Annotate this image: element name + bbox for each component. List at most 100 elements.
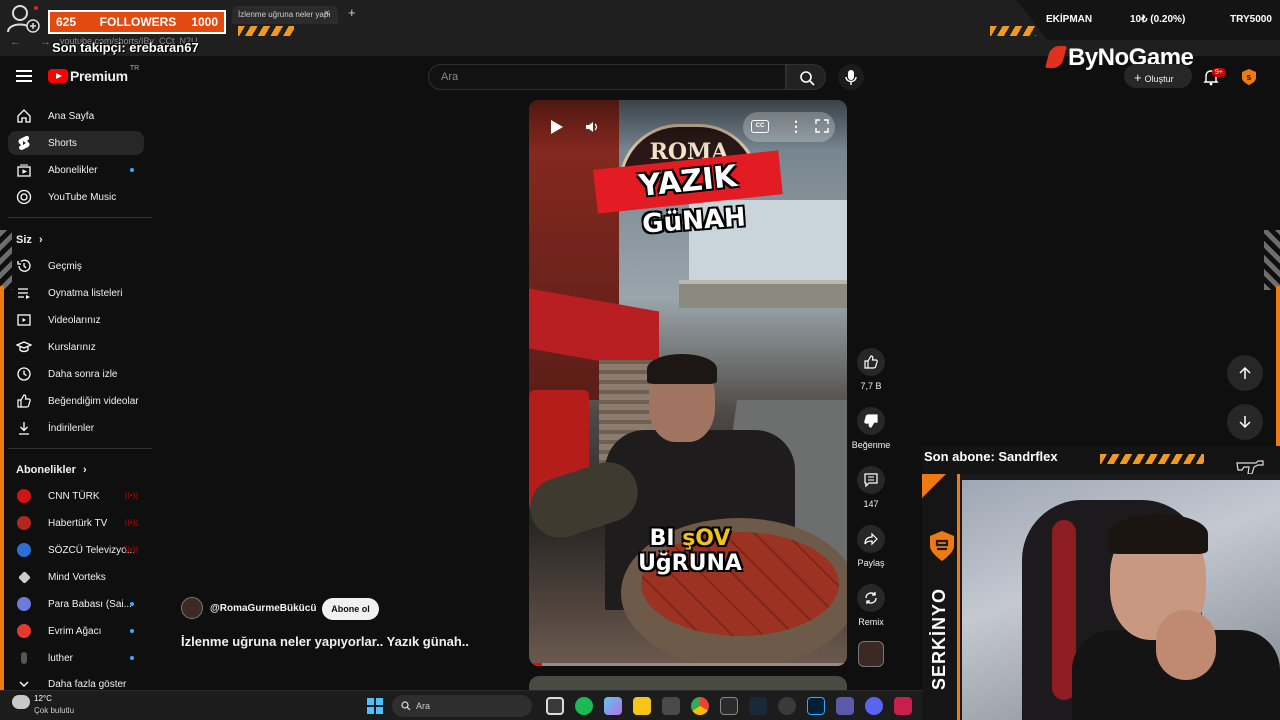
spotify-icon[interactable] xyxy=(575,697,593,715)
caption-highlight: şOV xyxy=(682,526,731,551)
last-follower-text: Son takipçi: erebaran67 xyxy=(52,40,199,55)
new-content-dot xyxy=(130,629,134,633)
new-tab-button[interactable]: + xyxy=(348,5,356,20)
overlay-border xyxy=(0,286,4,690)
comments-button[interactable]: 147 xyxy=(851,466,891,509)
like-button[interactable]: 7,7 B xyxy=(851,348,891,391)
windows-start-icon[interactable] xyxy=(367,698,383,714)
subscriptions-icon xyxy=(17,164,31,177)
app-icon[interactable] xyxy=(720,697,738,715)
short-title: İzlenme uğruna neler yapıyorlar.. Yazık … xyxy=(181,634,470,649)
sidebar-section-you[interactable]: Siz › xyxy=(16,234,43,246)
volume-icon[interactable] xyxy=(585,120,599,134)
live-icon: ((•)) xyxy=(124,491,138,500)
short-video-player[interactable]: ROMA YAZIK GüNAH BI şOV UğRUNA CC ⋮ xyxy=(529,100,847,666)
search-input[interactable]: Ara xyxy=(428,64,786,90)
svg-text:S: S xyxy=(1246,74,1251,82)
captions-icon[interactable]: CC xyxy=(751,120,769,133)
sidebar-item-youtube-music[interactable]: YouTube Music xyxy=(8,185,144,209)
windows-taskbar: 12°C Çok bulutlu Ara xyxy=(0,690,922,720)
like-count: 7,7 B xyxy=(860,381,882,391)
fullscreen-icon[interactable] xyxy=(815,119,829,133)
channel-avatar[interactable] xyxy=(181,597,203,619)
weather-temperature[interactable]: 12°C xyxy=(34,694,52,703)
chrome-icon[interactable] xyxy=(691,697,709,715)
store-icon[interactable] xyxy=(662,697,680,715)
browser-tab[interactable]: İzlenme uğruna neler yapı xyxy=(232,6,338,24)
sidebar-item-label: İndirilenler xyxy=(48,422,95,434)
search-button[interactable] xyxy=(786,64,826,90)
remix-button[interactable]: Remix xyxy=(851,584,891,627)
sidebar-item-shorts[interactable]: Shorts xyxy=(8,131,144,155)
play-icon[interactable] xyxy=(551,120,563,134)
subscription-sozcu-tv[interactable]: SÖZCÜ Televizyo... ((•)) xyxy=(8,538,144,562)
photoshop-icon[interactable] xyxy=(807,697,825,715)
overlay-stripes xyxy=(0,230,12,290)
menu-icon[interactable] xyxy=(16,70,32,82)
weather-description[interactable]: Çok bulutlu xyxy=(34,706,74,715)
sidebar-item-playlists[interactable]: Oynatma listeleri xyxy=(8,281,144,305)
share-button[interactable]: Paylaş xyxy=(851,525,891,568)
sidebar-item-watch-later[interactable]: Daha sonra izle xyxy=(8,362,144,386)
dislike-button[interactable]: Beğenme xyxy=(851,407,891,450)
streamer-logo-icon xyxy=(930,531,954,561)
more-options-icon[interactable]: ⋮ xyxy=(789,118,803,135)
video-progress-bar[interactable] xyxy=(529,663,847,666)
subscription-haberturk-tv[interactable]: Habertürk TV ((•)) xyxy=(8,511,144,535)
live-icon: ((•)) xyxy=(124,518,138,527)
obs-icon[interactable] xyxy=(778,697,796,715)
new-content-dot xyxy=(130,168,134,172)
sidebar-item-liked-videos[interactable]: Beğendiğim videolar xyxy=(8,389,144,413)
subscription-cnn-turk[interactable]: CNN TÜRK ((•)) xyxy=(8,484,144,508)
sidebar-divider xyxy=(8,448,152,449)
channel-avatar xyxy=(21,652,27,664)
last-sub-text: Son abone: Sandrflex xyxy=(924,449,1058,464)
sidebar-item-label: Evrim Ağacı xyxy=(48,625,102,637)
sidebar-item-label: SÖZCÜ Televizyo... xyxy=(48,544,136,556)
sidebar-item-your-videos[interactable]: Videolarınız xyxy=(8,308,144,332)
sidebar-item-label: Daha sonra izle xyxy=(48,368,118,380)
video-scene xyxy=(647,354,717,384)
sidebar-item-label: luther xyxy=(48,652,74,664)
app-icon[interactable] xyxy=(836,697,854,715)
watch-later-icon xyxy=(17,367,31,381)
cloud-icon[interactable] xyxy=(12,695,30,709)
create-button[interactable]: + Oluştur xyxy=(1124,64,1192,88)
sidebar-item-downloads[interactable]: İndirilenler xyxy=(8,416,144,440)
sidebar-item-history[interactable]: Geçmiş xyxy=(8,254,144,278)
remix-icon xyxy=(865,592,877,604)
video-scene xyxy=(679,280,847,308)
taskbar-search-input[interactable]: Ara xyxy=(392,695,532,717)
steam-icon[interactable] xyxy=(749,697,767,715)
subscribe-button[interactable]: Abone ol xyxy=(322,598,379,620)
tab-close-icon[interactable]: × xyxy=(324,8,330,19)
task-view-icon[interactable] xyxy=(546,697,564,715)
subscription-luther[interactable]: luther xyxy=(8,646,144,670)
logo-country: TR xyxy=(129,64,140,72)
channel-thumbnail[interactable] xyxy=(858,641,884,667)
new-content-dot xyxy=(130,656,134,660)
subscription-para-babasi[interactable]: Para Babası (Sai... xyxy=(8,592,144,616)
youtube-logo[interactable]: Premium TR xyxy=(48,64,140,84)
sidebar-item-courses[interactable]: Kurslarınız xyxy=(8,335,144,359)
file-explorer-icon[interactable] xyxy=(633,697,651,715)
sidebar-section-subscriptions[interactable]: Abonelikler › xyxy=(16,464,87,476)
copilot-icon[interactable] xyxy=(604,697,622,715)
next-short-button[interactable] xyxy=(1227,404,1263,440)
subscription-mind-vorteks[interactable]: Mind Vorteks xyxy=(8,565,144,589)
discord-icon[interactable] xyxy=(865,697,883,715)
channel-name[interactable]: @RomaGurmeBükücü xyxy=(210,603,316,614)
overlay-stripes xyxy=(990,26,1036,36)
share-label: Paylaş xyxy=(857,558,885,568)
donation-ticker: EKİPMAN 10₺ (0.20%) TRY5000 xyxy=(1016,0,1280,40)
downloads-icon xyxy=(19,422,29,435)
sidebar-item-subscriptions[interactable]: Abonelikler xyxy=(8,158,144,182)
subscription-evrim-agaci[interactable]: Evrim Ağacı xyxy=(8,619,144,643)
previous-short-button[interactable] xyxy=(1227,355,1263,391)
app-icon[interactable] xyxy=(894,697,912,715)
share-icon xyxy=(864,532,878,546)
voice-search-button[interactable] xyxy=(838,64,864,90)
sidebar-item-home[interactable]: Ana Sayfa xyxy=(8,104,144,128)
account-avatar[interactable]: S xyxy=(1240,68,1258,86)
channel-avatar xyxy=(17,489,31,503)
